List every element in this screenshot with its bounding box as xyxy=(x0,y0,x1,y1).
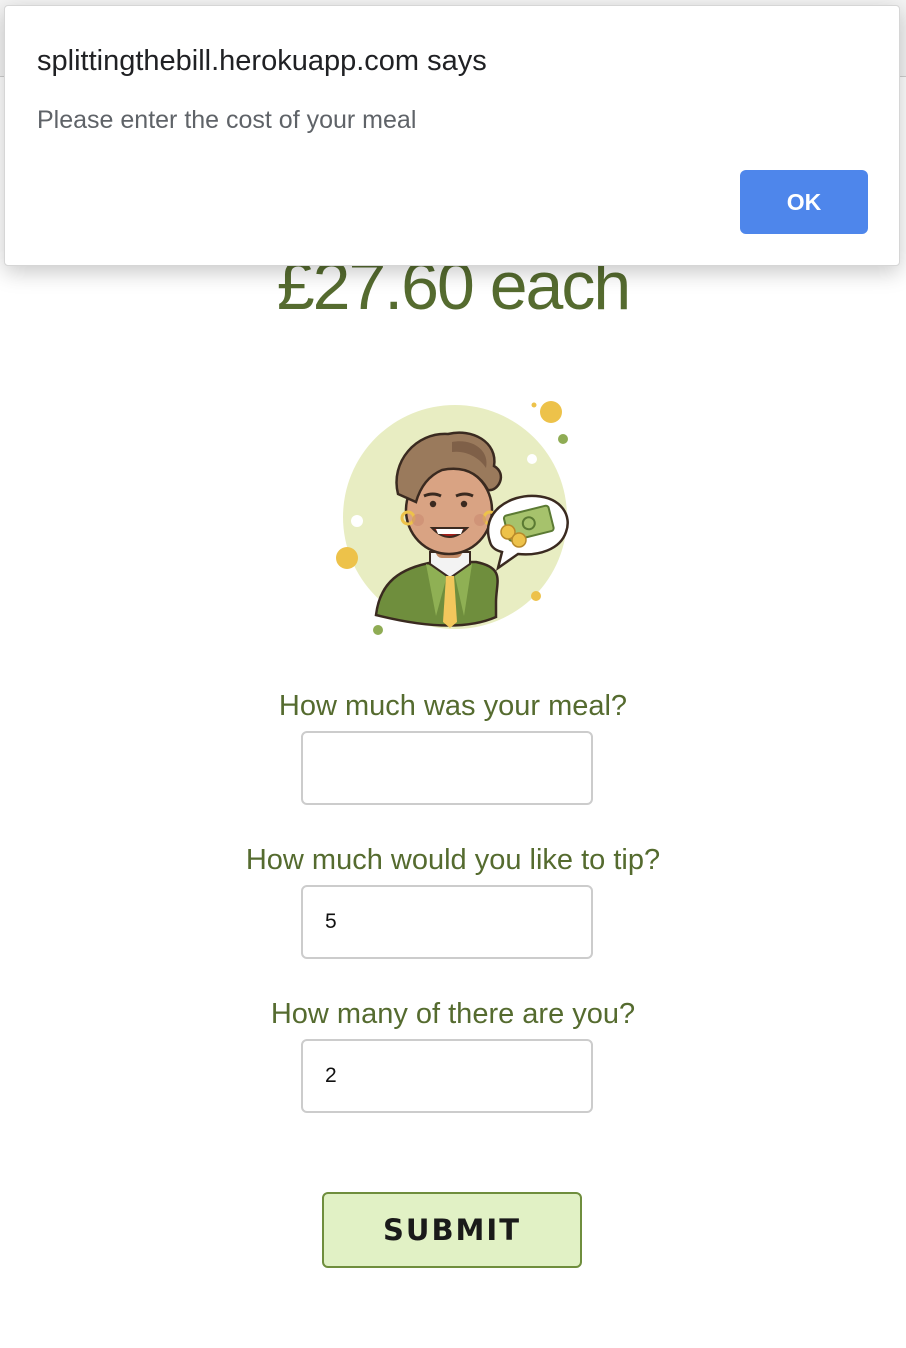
meal-cost-label: How much was your meal? xyxy=(278,690,628,722)
people-count-label: How many of there are you? xyxy=(270,998,636,1030)
dialog-message: Please enter the cost of your meal xyxy=(37,106,417,134)
dialog-title: splittingthebill.herokuapp.com says xyxy=(37,45,487,77)
tip-label: How much would you like to tip? xyxy=(245,844,661,876)
page: £27.60 each How much was your meal? How … xyxy=(0,0,906,1348)
meal-cost-input[interactable] xyxy=(301,731,593,805)
people-count-input[interactable] xyxy=(301,1039,593,1113)
alert-dialog: splittingthebill.herokuapp.com says Plea… xyxy=(4,5,900,266)
tip-input[interactable] xyxy=(301,885,593,959)
person-with-money-speech-bubble-icon xyxy=(336,401,569,635)
submit-button[interactable]: SUBMIT xyxy=(322,1192,582,1268)
ok-button[interactable]: OK xyxy=(740,170,868,234)
